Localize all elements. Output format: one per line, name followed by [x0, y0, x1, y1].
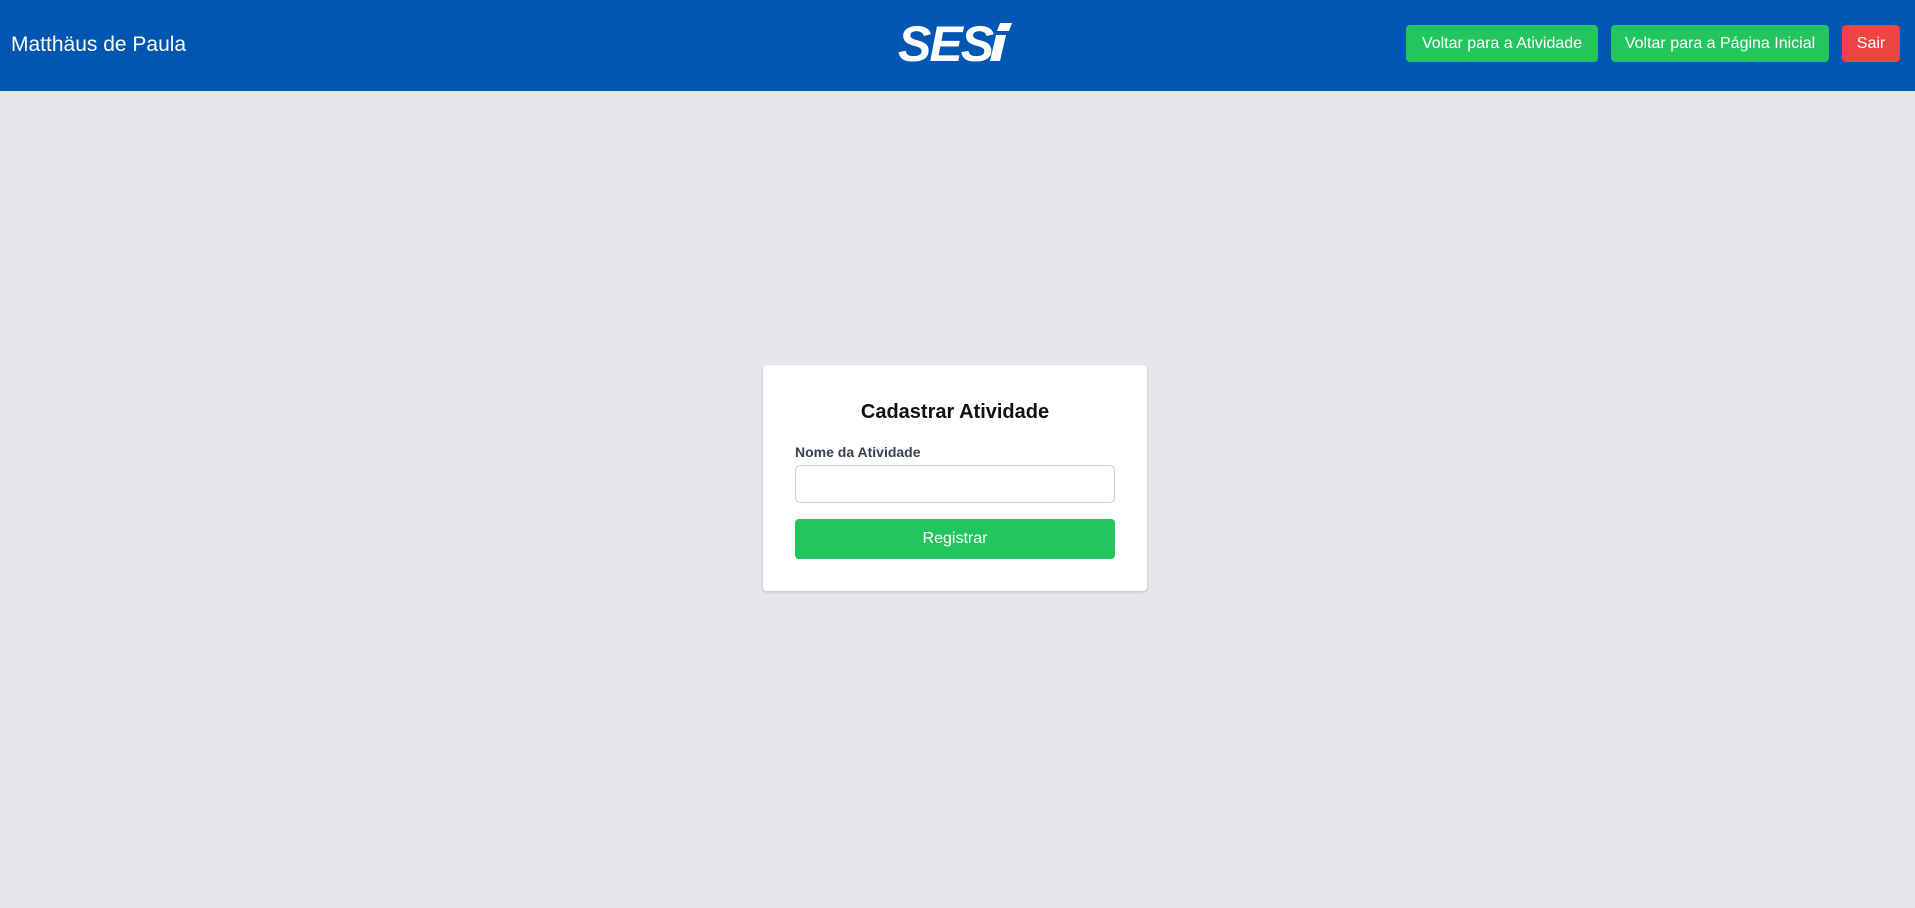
register-button[interactable]: Registrar — [795, 519, 1115, 559]
sesi-logo: SES — [898, 19, 1012, 67]
top-navbar: Matthäus de Paula SES Voltar para a Ativ… — [0, 0, 1915, 91]
logout-button[interactable]: Sair — [1842, 25, 1900, 62]
back-to-activity-button[interactable]: Voltar para a Atividade — [1406, 25, 1598, 62]
user-name: Matthäus de Paula — [11, 33, 187, 56]
svg-text:SES: SES — [898, 19, 994, 67]
activity-name-label: Nome da Atividade — [795, 444, 921, 460]
register-activity-card: Cadastrar Atividade Nome da Atividade Re… — [763, 365, 1147, 591]
activity-name-input[interactable] — [795, 465, 1115, 503]
back-to-home-button[interactable]: Voltar para a Página Inicial — [1611, 25, 1829, 62]
form-title: Cadastrar Atividade — [860, 401, 1050, 423]
